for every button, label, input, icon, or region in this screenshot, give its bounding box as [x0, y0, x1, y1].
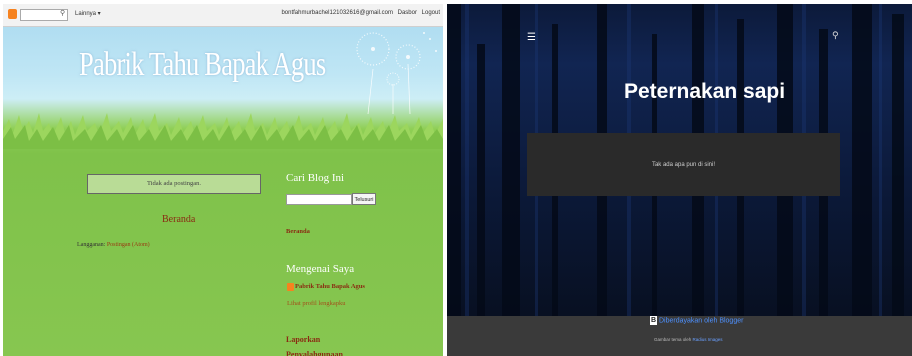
blog-title[interactable]: Peternakan sapi — [624, 80, 785, 104]
view-profile-link[interactable]: Lihat profil lengkapku — [287, 300, 345, 307]
no-posts-message: Tidak ada postingan. — [87, 174, 261, 194]
subscribe-label: Langganan: — [77, 242, 107, 248]
user-email: bontfahmurbachel121032616@gmail.com — [281, 10, 393, 16]
search-button[interactable]: Telusuri — [352, 193, 376, 205]
subscribe-line: Langganan: Postingan (Atom) — [77, 242, 150, 248]
left-blog-window: ⚲ Lainnya ▾ bontfahmurbachel121032616@gm… — [3, 4, 443, 356]
profile-name-link[interactable]: Pabrik Tahu Bapak Agus — [295, 283, 365, 290]
report-abuse-title[interactable]: Laporkan Penyalahgunaan — [286, 332, 343, 356]
powered-by-blogger[interactable]: B Diberdayakan oleh Blogger — [650, 316, 743, 325]
theme-author-link[interactable]: Radius Images — [693, 337, 723, 342]
search-widget-title: Cari Blog Ini — [286, 172, 345, 184]
report-abuse-line1: Laporkan — [286, 335, 321, 344]
navbar-more-menu[interactable]: Lainnya ▾ — [75, 10, 101, 17]
search-icon[interactable]: ⚲ — [60, 9, 65, 17]
about-widget-title: Mengenai Saya — [286, 263, 355, 275]
subscribe-atom-link[interactable]: Postingan (Atom) — [107, 242, 150, 248]
dasbor-link[interactable]: Dasbor — [398, 10, 417, 16]
empty-posts-panel: Tak ada apa pun di sini! — [527, 133, 840, 196]
theme-credit-label: Gambar tema oleh — [654, 337, 693, 342]
home-link[interactable]: Beranda — [162, 214, 195, 225]
theme-credit: Gambar tema oleh Radius Images — [654, 337, 723, 342]
blog-footer: B Diberdayakan oleh Blogger Gambar tema o… — [447, 316, 912, 356]
grass-decoration — [3, 113, 443, 149]
sidebar-home-link[interactable]: Beranda — [286, 228, 310, 235]
blogger-navbar: ⚲ Lainnya ▾ bontfahmurbachel121032616@gm… — [3, 4, 443, 27]
logout-link[interactable]: Logout — [422, 10, 440, 16]
hamburger-icon[interactable]: ☰ — [527, 32, 536, 43]
empty-posts-message: Tak ada apa pun di sini! — [651, 162, 716, 168]
right-blog-window: ☰ ⚲ Peternakan sapi Tak ada apa pun di s… — [447, 4, 912, 356]
dandelion-decoration — [356, 32, 437, 114]
powered-by-label: Diberdayakan oleh Blogger — [659, 317, 744, 325]
blog-title[interactable]: Pabrik Tahu Bapak Agus — [79, 46, 326, 84]
blogger-logo-icon[interactable] — [8, 9, 17, 19]
report-abuse-line2: Penyalahgunaan — [286, 350, 343, 356]
blog-search-input[interactable] — [286, 194, 352, 205]
navbar-user-area: bontfahmurbachel121032616@gmail.com Dasb… — [278, 10, 440, 16]
blogger-b-icon: B — [650, 316, 657, 325]
blogger-profile-icon — [287, 283, 294, 291]
search-icon[interactable]: ⚲ — [832, 31, 839, 41]
